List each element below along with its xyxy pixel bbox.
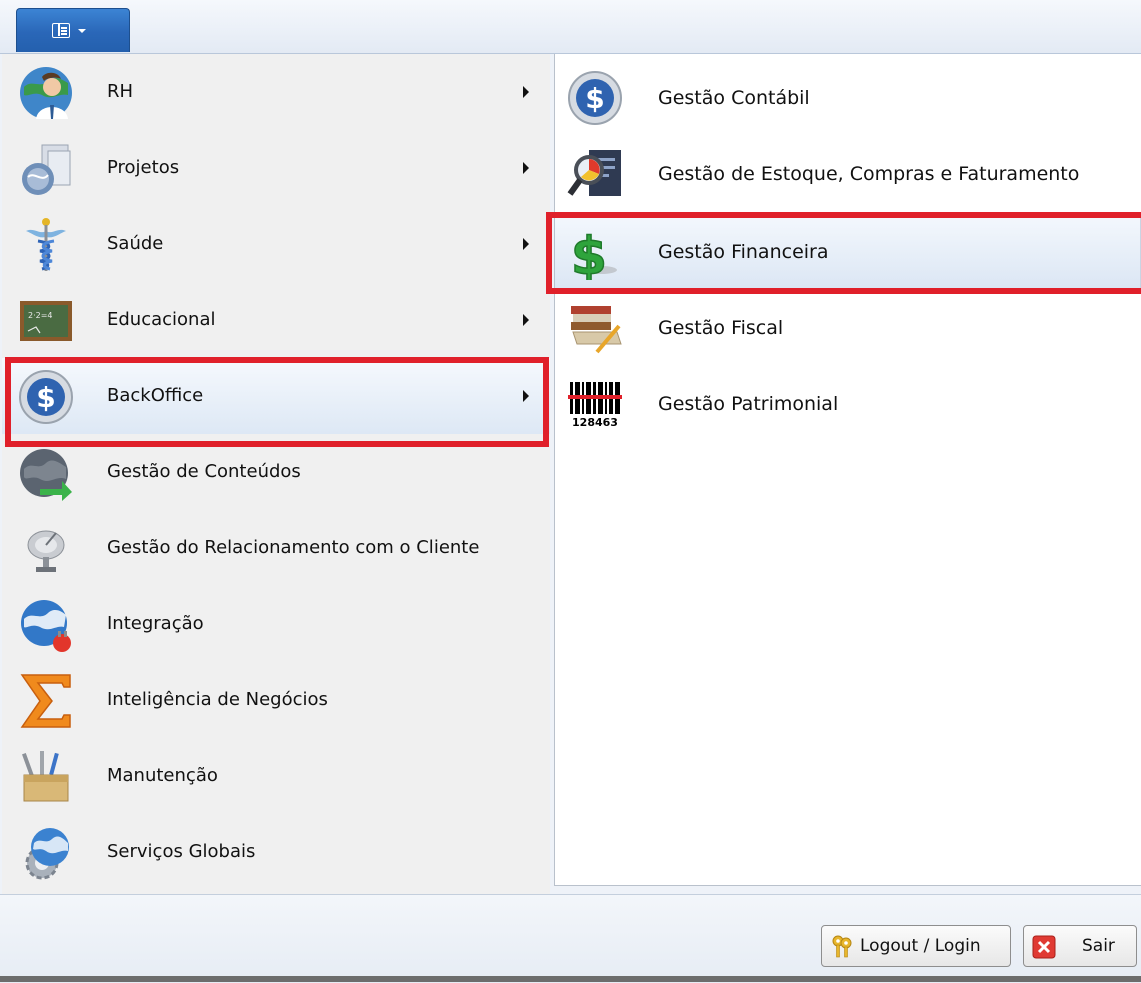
svg-text:$: $ (571, 227, 607, 280)
menu-item-educacional[interactable]: 2·2=4 Educacional (2, 282, 550, 358)
submenu-item-gestao-fiscal[interactable]: Gestão Fiscal (555, 290, 1141, 366)
menu-item-label: Serviços Globais (107, 841, 256, 862)
main-menu: RH Projetos Saúde 2·2=4 Educacional $ Ba… (2, 54, 550, 894)
barcode-icon: 128463 (568, 379, 622, 429)
chevron-down-icon (78, 29, 86, 33)
backoffice-dollar-icon: $ (19, 370, 73, 424)
conteudos-globe-arrow-icon (20, 449, 72, 501)
submenu-arrow-icon (523, 86, 529, 98)
submenu-item-label: Gestão Fiscal (658, 317, 784, 339)
saude-caduceus-icon (26, 218, 66, 271)
app-menu-window: RH Projetos Saúde 2·2=4 Educacional $ Ba… (0, 0, 1141, 983)
menu-item-servicos-globais[interactable]: Serviços Globais (2, 814, 550, 890)
logout-login-button[interactable]: Logout / Login (821, 925, 1011, 967)
top-bar (0, 0, 1141, 54)
submenu-item-label: Gestão Patrimonial (658, 393, 839, 415)
menu-item-projetos[interactable]: Projetos (2, 130, 550, 206)
globe-gear-icon (25, 828, 69, 880)
menu-item-saude[interactable]: Saúde (2, 206, 550, 282)
logout-login-label: Logout / Login (860, 936, 981, 956)
menu-item-inteligencia-negocios[interactable]: Inteligência de Negócios (2, 662, 550, 738)
submenu-item-label: Gestão Contábil (658, 87, 810, 109)
books-pen-icon (571, 306, 622, 354)
menu-item-label: Saúde (107, 233, 164, 254)
svg-text:2·2=4: 2·2=4 (28, 311, 53, 320)
menu-list-icon (52, 23, 70, 38)
footer-bar: Logout / Login Sair (0, 894, 1141, 983)
close-icon (1032, 935, 1056, 959)
submenu-item-label: Gestão Financeira (658, 241, 829, 263)
keys-icon (832, 935, 852, 958)
submenu-item-gestao-financeira[interactable]: $ Gestão Financeira (555, 214, 1141, 290)
submenu-item-label: Gestão de Estoque, Compras e Faturamento (658, 163, 1080, 185)
svg-text:$: $ (585, 82, 604, 115)
menu-item-label: RH (107, 81, 134, 102)
educacional-chalkboard-icon: 2·2=4 (20, 301, 72, 341)
menu-item-label: Manutenção (107, 765, 218, 786)
menu-item-backoffice[interactable]: $ BackOffice (2, 358, 550, 434)
submenu-arrow-icon (523, 314, 529, 326)
menu-item-gestao-conteudos[interactable]: Gestão de Conteúdos (2, 434, 550, 510)
integracao-globe-plug-icon (21, 600, 71, 652)
submenu-arrow-icon (523, 162, 529, 174)
start-menu-button[interactable] (16, 8, 130, 52)
submenu-arrow-icon (523, 390, 529, 402)
projetos-globe-documents-icon (22, 144, 71, 195)
report-magnifier-icon (567, 150, 621, 196)
submenu-item-gestao-patrimonial[interactable]: 128463 Gestão Patrimonial (555, 366, 1141, 442)
bottom-border (0, 976, 1141, 982)
menu-item-label: Inteligência de Negócios (107, 689, 328, 710)
exit-label: Sair (1082, 936, 1115, 956)
rh-person-globe-icon (20, 67, 72, 119)
menu-item-integracao[interactable]: Integração (2, 586, 550, 662)
svg-text:128463: 128463 (572, 416, 618, 429)
menu-item-label: Gestão de Conteúdos (107, 461, 301, 482)
menu-item-crm[interactable]: Gestão do Relacionamento com o Cliente (2, 510, 550, 586)
menu-item-label: Educacional (107, 309, 216, 330)
menu-item-manutencao[interactable]: Manutenção (2, 738, 550, 814)
green-dollar-icon: $ (570, 226, 617, 280)
submenu-item-gestao-estoque[interactable]: Gestão de Estoque, Compras e Faturamento (555, 136, 1141, 212)
menu-item-label: Projetos (107, 157, 180, 178)
menu-item-rh[interactable]: RH (2, 54, 550, 130)
crm-satellite-dish-icon (27, 530, 65, 572)
exit-button[interactable]: Sair (1023, 925, 1137, 967)
toolbox-icon (22, 751, 69, 802)
sigma-icon (20, 674, 71, 728)
backoffice-submenu: $ Gestão Contábil Gestão de Estoque, Com… (554, 54, 1141, 886)
submenu-arrow-icon (523, 238, 529, 250)
menu-item-label: Integração (107, 613, 204, 634)
menu-item-label: Gestão do Relacionamento com o Cliente (107, 537, 480, 558)
menu-item-label: BackOffice (107, 385, 204, 406)
dollar-coin-icon: $ (568, 71, 622, 125)
submenu-item-gestao-contabil[interactable]: $ Gestão Contábil (555, 60, 1141, 136)
svg-text:$: $ (36, 381, 55, 414)
